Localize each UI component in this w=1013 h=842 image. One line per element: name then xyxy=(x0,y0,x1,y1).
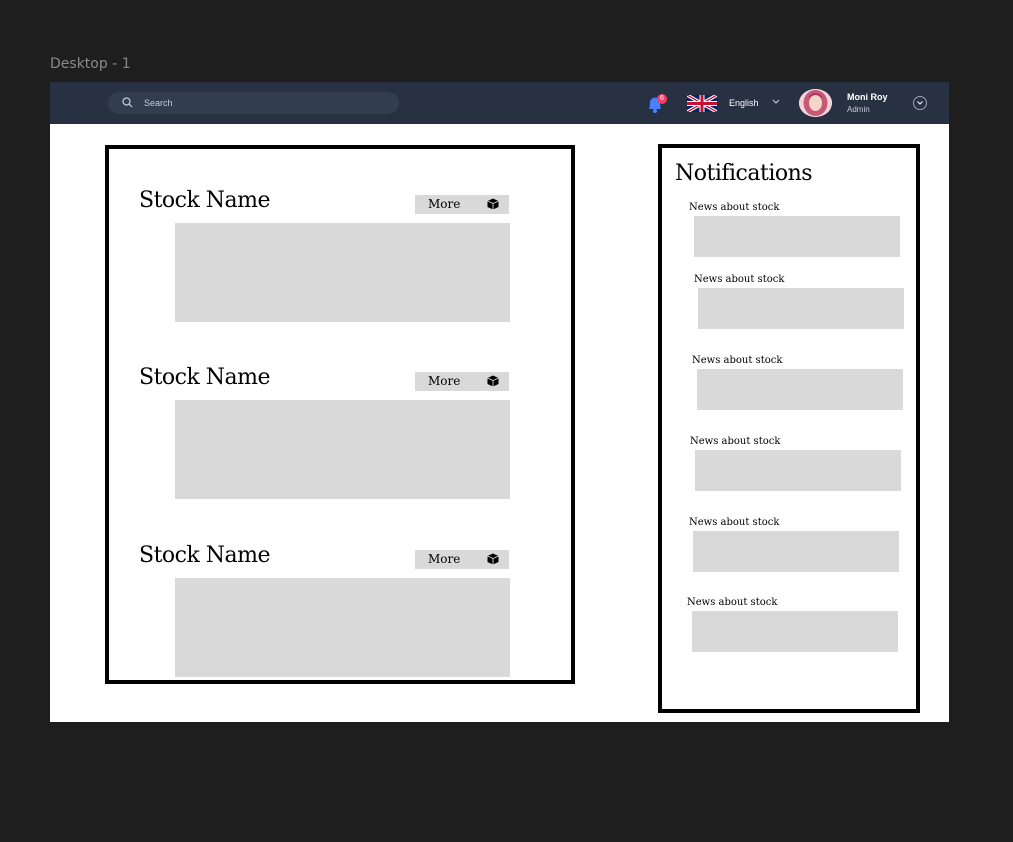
news-item-label: News about stock xyxy=(689,517,780,528)
stock-name: Stock Name xyxy=(139,365,271,390)
stock-name: Stock Name xyxy=(139,543,271,568)
news-item-placeholder[interactable] xyxy=(692,611,898,652)
frame-label: Desktop - 1 xyxy=(50,56,131,72)
notification-count-badge: 6 xyxy=(657,94,667,104)
desktop-frame: 6 English Moni Roy Admin xyxy=(50,82,949,722)
stock-chart-placeholder xyxy=(175,223,510,322)
news-item-label: News about stock xyxy=(690,436,781,447)
news-item-placeholder[interactable] xyxy=(694,216,900,257)
more-button[interactable]: More xyxy=(415,372,509,391)
user-role: Admin xyxy=(847,105,870,114)
news-item-placeholder[interactable] xyxy=(698,288,904,329)
news-item-placeholder[interactable] xyxy=(693,531,899,572)
more-button-label: More xyxy=(428,374,461,388)
avatar[interactable] xyxy=(799,89,832,117)
uk-flag-icon[interactable] xyxy=(687,95,717,112)
cube-icon xyxy=(487,553,499,565)
news-item-label: News about stock xyxy=(694,274,785,285)
more-button-label: More xyxy=(428,552,461,566)
news-item-placeholder[interactable] xyxy=(695,450,901,491)
stock-name: Stock Name xyxy=(139,188,271,213)
chevron-down-icon[interactable] xyxy=(772,99,780,105)
chevron-down-icon xyxy=(917,101,923,105)
notifications-title: Notifications xyxy=(675,161,813,186)
news-item-label: News about stock xyxy=(692,355,783,366)
news-item-label: News about stock xyxy=(689,202,780,213)
more-button[interactable]: More xyxy=(415,550,509,569)
search-input[interactable] xyxy=(144,94,384,112)
news-item-placeholder[interactable] xyxy=(697,369,903,410)
user-avatar-icon xyxy=(799,89,832,117)
cube-icon xyxy=(487,198,499,210)
stock-chart-placeholder xyxy=(175,578,510,677)
search-bar[interactable] xyxy=(108,92,399,114)
more-button-label: More xyxy=(428,197,461,211)
profile-menu-button[interactable] xyxy=(913,96,927,110)
news-item-label: News about stock xyxy=(687,597,778,608)
cube-icon xyxy=(487,375,499,387)
more-button[interactable]: More xyxy=(415,195,509,214)
top-navbar: 6 English Moni Roy Admin xyxy=(50,82,949,124)
stock-chart-placeholder xyxy=(175,400,510,499)
language-selector[interactable]: English xyxy=(729,98,759,108)
user-name: Moni Roy xyxy=(847,92,888,102)
search-icon xyxy=(122,97,133,108)
